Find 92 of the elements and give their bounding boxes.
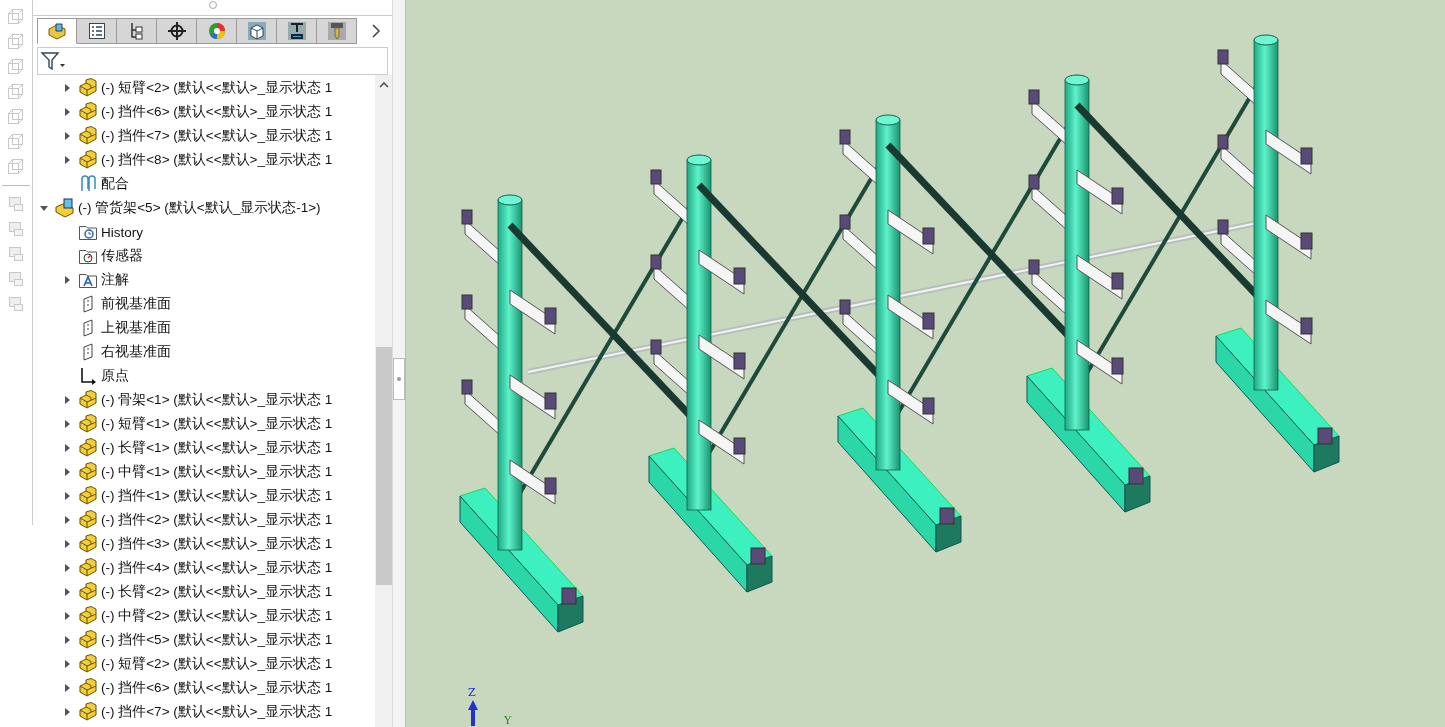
tree-item[interactable]: (-) 管货架<5> (默认<默认_显示状态-1>) (78, 199, 321, 217)
l-block-icon (78, 390, 98, 410)
l-block-icon (78, 630, 98, 650)
tree-item[interactable]: (-) 中臂<2> (默认<<默认>_显示状态 1 (101, 607, 333, 625)
graphics-viewport[interactable]: Z Y (406, 0, 1445, 727)
block-cube-icon (55, 198, 75, 218)
expand-arrow-icon[interactable] (63, 444, 71, 452)
panel-tab[interactable] (277, 18, 317, 44)
expand-arrow-icon[interactable] (63, 132, 71, 140)
expand-arrow-icon[interactable] (63, 84, 71, 92)
expand-arrow-icon[interactable] (63, 708, 71, 716)
l-block-icon (78, 126, 98, 146)
expand-arrow-icon[interactable] (63, 612, 71, 620)
l-block-icon (78, 510, 98, 530)
panel-tab[interactable] (317, 18, 357, 44)
paperclip-icon (78, 174, 98, 194)
l-block-icon (78, 678, 98, 698)
l-block-icon (78, 78, 98, 98)
tree-item[interactable]: (-) 长臂<2> (默认<<默认>_显示状态 1 (101, 583, 333, 601)
tree-item[interactable]: 传感器 (101, 247, 143, 265)
expand-arrow-icon[interactable] (63, 660, 71, 668)
axis-arrow-icon (467, 700, 479, 726)
expand-arrow-icon[interactable] (63, 276, 71, 284)
tree-item[interactable]: 注解 (101, 271, 129, 289)
collapse-arrow-icon[interactable] (40, 204, 48, 212)
expand-arrow-icon[interactable] (63, 420, 71, 428)
axis-label: Z (468, 686, 476, 699)
chevron-right-icon[interactable] (371, 24, 381, 38)
l-block-icon (78, 558, 98, 578)
tree-item[interactable]: (-) 挡件<5> (默认<<默认>_显示状态 1 (101, 631, 333, 649)
tree-item[interactable]: (-) 挡件<6> (默认<<默认>_显示状态 1 (101, 679, 333, 697)
tree-item[interactable]: (-) 挡件<8> (默认<<默认>_显示状态 1 (101, 151, 333, 169)
cube-icon (47, 21, 67, 41)
l-block-icon (78, 654, 98, 674)
expand-arrow-icon[interactable] (63, 636, 71, 644)
l-block-icon (78, 102, 98, 122)
expand-arrow-icon[interactable] (63, 516, 71, 524)
tree-item[interactable]: (-) 挡件<6> (默认<<默认>_显示状态 1 (101, 103, 333, 121)
expand-arrow-icon[interactable] (63, 564, 71, 572)
tree-item[interactable]: (-) 短臂<1> (默认<<默认>_显示状态 1 (101, 415, 333, 433)
rack-model-drawing[interactable] (459, 34, 1340, 633)
l-block-icon (78, 702, 98, 722)
axis-label: Y (504, 714, 512, 727)
color-wheel-icon (206, 21, 227, 41)
tree-item[interactable]: (-) 挡件<2> (默认<<默认>_显示状态 1 (101, 511, 333, 529)
expand-arrow-icon[interactable] (63, 108, 71, 116)
tree-item[interactable]: 上视基准面 (101, 319, 171, 337)
expand-arrow-icon[interactable] (63, 588, 71, 596)
l-block-icon (78, 462, 98, 482)
tree-item[interactable]: (-) 短臂<2> (默认<<默认>_显示状态 1 (101, 79, 333, 97)
splitter-handle[interactable] (393, 357, 405, 400)
panel-tab[interactable] (157, 18, 197, 44)
l-block-icon (78, 438, 98, 458)
l-block-icon (78, 150, 98, 170)
tree-item[interactable]: (-) 挡件<1> (默认<<默认>_显示状态 1 (101, 487, 333, 505)
l-block-icon (78, 582, 98, 602)
expand-arrow-icon[interactable] (63, 492, 71, 500)
drill-bit-icon (326, 21, 347, 41)
tree-item[interactable]: 前视基准面 (101, 295, 171, 313)
press-icon (286, 21, 307, 41)
expand-arrow-icon[interactable] (63, 540, 71, 548)
tree-item[interactable]: (-) 挡件<7> (默认<<默认>_显示状态 1 (101, 127, 333, 145)
panel-tab[interactable] (237, 18, 277, 44)
tree-item[interactable]: 原点 (101, 367, 129, 385)
scroll-up-icon[interactable] (378, 81, 389, 89)
scrollbar-thumb[interactable] (375, 347, 392, 585)
filter-field[interactable] (37, 47, 388, 75)
tree-item[interactable]: (-) 长臂<1> (默认<<默认>_显示状态 1 (101, 439, 333, 457)
l-block-icon (78, 606, 98, 626)
tree-item[interactable]: History (101, 224, 143, 240)
tree-item[interactable]: (-) 挡件<3> (默认<<默认>_显示状态 1 (101, 535, 333, 553)
expand-arrow-icon[interactable] (63, 468, 71, 476)
tree-item[interactable]: (-) 短臂<2> (默认<<默认>_显示状态 1 (101, 655, 333, 673)
axes-icon (78, 366, 98, 386)
panel-tab[interactable] (117, 18, 157, 44)
panel-tab[interactable] (77, 18, 117, 44)
tree-item[interactable]: (-) 挡件<4> (默认<<默认>_显示状态 1 (101, 559, 333, 577)
crosshair-icon (166, 21, 187, 41)
tree-item[interactable]: (-) 挡件<7> (默认<<默认>_显示状态 1 (101, 703, 333, 721)
expand-arrow-icon[interactable] (63, 396, 71, 404)
list-icon (86, 21, 107, 41)
tree-item[interactable]: (-) 骨架<1> (默认<<默认>_显示状态 1 (101, 391, 333, 409)
tree-item[interactable]: (-) 中臂<1> (默认<<默认>_显示状态 1 (101, 463, 333, 481)
tree-item[interactable]: 右视基准面 (101, 343, 171, 361)
l-block-icon (78, 414, 98, 434)
l-block-icon (78, 534, 98, 554)
box-icon (246, 21, 267, 41)
filter-icon (40, 51, 66, 71)
expand-arrow-icon[interactable] (63, 156, 71, 164)
tree-item[interactable]: 配合 (101, 175, 129, 193)
expand-arrow-icon[interactable] (63, 684, 71, 692)
l-block-icon (78, 486, 98, 506)
